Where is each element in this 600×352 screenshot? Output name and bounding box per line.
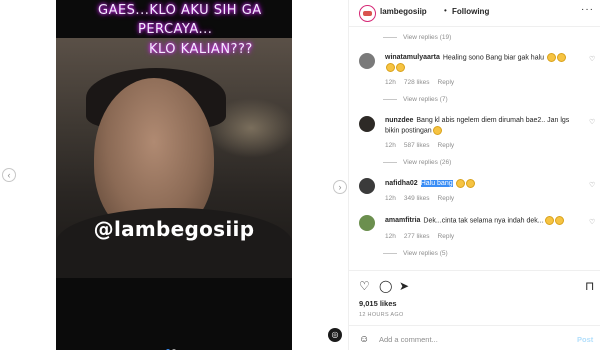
emoji-icon xyxy=(396,63,405,73)
view-replies-button[interactable]: View replies (5) xyxy=(383,250,448,257)
following-button[interactable]: Following xyxy=(452,7,489,16)
replies-line xyxy=(383,252,397,254)
comment-text: nunzdee Bang kl abis ngelem diem dirumah … xyxy=(385,116,575,136)
likes-count[interactable]: 9,015 likes xyxy=(359,299,397,308)
more-options-icon[interactable]: ··· xyxy=(581,4,594,15)
post-video[interactable]: GAES...KLO AKU SIH GA PERCAYA... KLO KAL… xyxy=(56,0,292,350)
emoji-icon xyxy=(432,126,442,135)
emoji-icon xyxy=(547,53,556,62)
emoji-icon xyxy=(557,53,566,62)
reply-button[interactable]: Reply xyxy=(438,195,455,202)
emoji-icon xyxy=(386,63,395,73)
comment-text: amamfitria Dek...cinta tak selama nya ind… xyxy=(385,216,575,226)
avatar[interactable] xyxy=(359,5,376,22)
emoji-icon xyxy=(465,179,475,188)
reply-button[interactable]: Reply xyxy=(438,142,455,149)
avatar[interactable] xyxy=(359,116,375,132)
comment-time: 12h xyxy=(385,195,396,202)
comment-time: 12h xyxy=(385,79,396,86)
emoji-icon xyxy=(544,216,554,225)
media-viewer: ‹ GAES...KLO AKU SIH GA PERCAYA... KLO K… xyxy=(0,0,348,350)
avatar[interactable] xyxy=(359,215,375,231)
avatar[interactable] xyxy=(359,178,375,194)
comment-text: nafidha02 Halu bang xyxy=(385,179,575,189)
emoji-icon xyxy=(455,179,465,188)
comment-time: 12h xyxy=(385,142,396,149)
reply-button[interactable]: Reply xyxy=(438,233,455,240)
heart-icon[interactable]: ♡ xyxy=(359,279,370,293)
video-watermark: @lambegosiip xyxy=(93,217,255,241)
comment-username[interactable]: winatamulyaarta xyxy=(385,54,440,61)
post-header: lambegosiip • Following ··· xyxy=(349,0,600,27)
highlighted-text: Halu bang xyxy=(420,180,453,188)
view-replies-button[interactable]: View replies (26) xyxy=(383,159,451,166)
smile-icon[interactable]: ☺ xyxy=(359,334,369,345)
comment-text: winatamulyaarta Healing sono Bang biar ga… xyxy=(385,53,575,74)
comment-username[interactable]: nafidha02 xyxy=(385,180,418,187)
replies-line xyxy=(383,98,397,100)
comment-like-icon[interactable]: ♡ xyxy=(589,181,595,189)
view-replies-label: View replies (19) xyxy=(403,34,452,41)
avatar[interactable] xyxy=(359,53,375,69)
view-replies-button[interactable]: View replies (19) xyxy=(383,34,451,41)
comments-list: View replies (19) winatamulyaarta Healing… xyxy=(349,27,600,269)
comment-likes[interactable]: 587 likes xyxy=(404,142,430,149)
replies-line xyxy=(383,36,397,38)
next-post-button[interactable]: › xyxy=(333,180,347,194)
view-replies-button[interactable]: View replies (7) xyxy=(383,96,448,103)
comment-meta: 12h 277 likes Reply xyxy=(385,233,462,240)
comment-likes[interactable]: 728 likes xyxy=(404,79,430,86)
mute-icon[interactable]: ◎ xyxy=(328,328,342,342)
comment-like-icon[interactable]: ♡ xyxy=(589,118,595,126)
comment-meta: 12h 349 likes Reply xyxy=(385,195,462,202)
comment-icon[interactable]: ◯ xyxy=(379,279,392,293)
post-button[interactable]: Post xyxy=(577,335,593,344)
comment-likes[interactable]: 277 likes xyxy=(404,233,430,240)
comment-likes[interactable]: 349 likes xyxy=(404,195,430,202)
comment-time: 12h xyxy=(385,233,396,240)
header-username[interactable]: lambegosiip xyxy=(380,7,427,16)
emoji-icon xyxy=(554,216,564,225)
header-separator: • xyxy=(444,6,447,15)
comment-username[interactable]: amamfitria xyxy=(385,217,420,224)
view-replies-label: View replies (7) xyxy=(403,96,448,103)
post-side-panel: lambegosiip • Following ··· View replies… xyxy=(348,0,600,350)
overlay-text-line-1: GAES...KLO AKU SIH GA xyxy=(98,3,262,18)
comment-meta: 12h 728 likes Reply xyxy=(385,79,462,86)
replies-line xyxy=(383,161,397,163)
share-icon[interactable]: ➤ xyxy=(399,279,409,293)
view-replies-label: View replies (5) xyxy=(403,250,448,257)
overlay-text-line-2: PERCAYA... xyxy=(138,22,213,37)
comment-like-icon[interactable]: ♡ xyxy=(589,218,595,226)
comment-like-icon[interactable]: ♡ xyxy=(589,55,595,63)
reply-button[interactable]: Reply xyxy=(438,79,455,86)
comment-body: Dek...cinta tak selama nya indah dek... xyxy=(423,217,544,225)
comment-username[interactable]: nunzdee xyxy=(385,117,413,124)
comment-body: Healing sono Bang biar gak halu xyxy=(442,54,545,62)
overlay-text-line-3: KLO KALIAN??? xyxy=(149,42,253,57)
comment-meta: 12h 587 likes Reply xyxy=(385,142,462,149)
carousel-dots xyxy=(166,340,178,350)
add-comment-input[interactable]: Add a comment... xyxy=(379,335,438,344)
bookmark-icon[interactable]: ⊓ xyxy=(585,279,594,293)
add-comment-row: ☺ Add a comment... Post xyxy=(349,325,600,352)
previous-post-button[interactable]: ‹ xyxy=(2,168,16,182)
post-actions: ♡ ◯ ➤ ⊓ 9,015 likes 12 HOURS AGO ☺ Add a… xyxy=(349,270,600,351)
view-replies-label: View replies (26) xyxy=(403,159,452,166)
post-time[interactable]: 12 HOURS AGO xyxy=(359,312,404,318)
